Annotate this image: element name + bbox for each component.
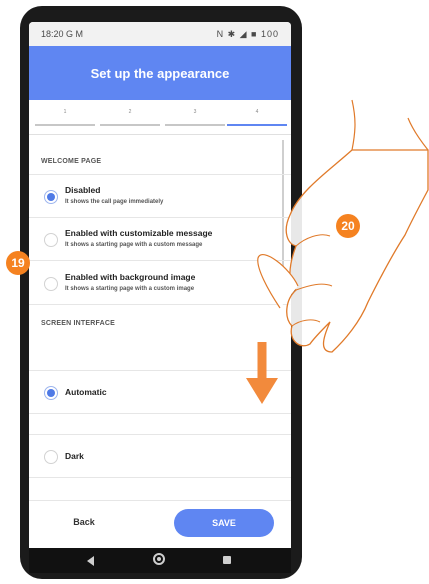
option-title: Enabled with customizable message — [65, 228, 213, 238]
radio-background-image[interactable] — [44, 277, 58, 291]
step-1[interactable]: 1 — [35, 109, 95, 126]
option-disabled[interactable]: Disabled It shows the call page immediat… — [29, 174, 291, 218]
step-2[interactable]: 2 — [100, 109, 160, 126]
radio-custom-message[interactable] — [44, 233, 58, 247]
page-header: Set up the appearance — [29, 46, 291, 100]
bottom-action-bar: Back SAVE — [29, 500, 291, 548]
option-background-image[interactable]: Enabled with background image It shows a… — [29, 262, 291, 305]
option-subtitle: It shows a starting page with a custom i… — [65, 286, 195, 292]
status-time: 18:20 G M — [41, 29, 84, 39]
step-4-label: 4 — [255, 109, 259, 115]
nav-home-icon[interactable] — [153, 553, 165, 565]
back-button[interactable]: Back — [54, 517, 114, 527]
option-automatic[interactable]: Automatic — [29, 370, 291, 414]
android-nav-bar — [29, 548, 291, 573]
status-icons: N ✱ ◢ ■ 100 — [216, 29, 279, 39]
radio-dark[interactable] — [44, 450, 58, 464]
page-title: Set up the appearance — [90, 65, 230, 81]
option-custom-message[interactable]: Enabled with customizable message It sho… — [29, 218, 291, 261]
save-button[interactable]: SAVE — [174, 509, 274, 537]
status-bar: 18:20 G M N ✱ ◢ ■ 100 — [29, 22, 291, 46]
step-3-label: 3 — [193, 109, 197, 115]
step-4[interactable]: 4 — [227, 109, 287, 126]
option-title: Enabled with background image — [65, 272, 196, 282]
option-title: Automatic — [65, 387, 107, 397]
nav-back-icon[interactable] — [87, 556, 94, 566]
option-subtitle: It shows a starting page with a custom m… — [65, 242, 203, 248]
step-1-label: 1 — [63, 109, 67, 115]
step-badge-19: 19 — [6, 251, 30, 275]
step-badge-20: 20 — [336, 214, 360, 238]
step-3[interactable]: 3 — [165, 109, 225, 126]
app-screen: 18:20 G M N ✱ ◢ ■ 100 Set up the appeara… — [29, 22, 291, 548]
radio-disabled[interactable] — [44, 190, 58, 204]
nav-recents-icon[interactable] — [223, 556, 231, 564]
step-indicator: 1 2 3 4 — [29, 100, 291, 138]
step-2-label: 2 — [128, 109, 132, 115]
option-title: Disabled — [65, 185, 101, 195]
screen-interface-heading: SCREEN INTERFACE — [41, 320, 115, 327]
option-title: Dark — [65, 451, 84, 461]
option-subtitle: It shows the call page immediately — [65, 199, 164, 205]
option-dark[interactable]: Dark — [29, 434, 291, 478]
welcome-page-heading: WELCOME PAGE — [41, 158, 102, 165]
radio-automatic[interactable] — [44, 386, 58, 400]
